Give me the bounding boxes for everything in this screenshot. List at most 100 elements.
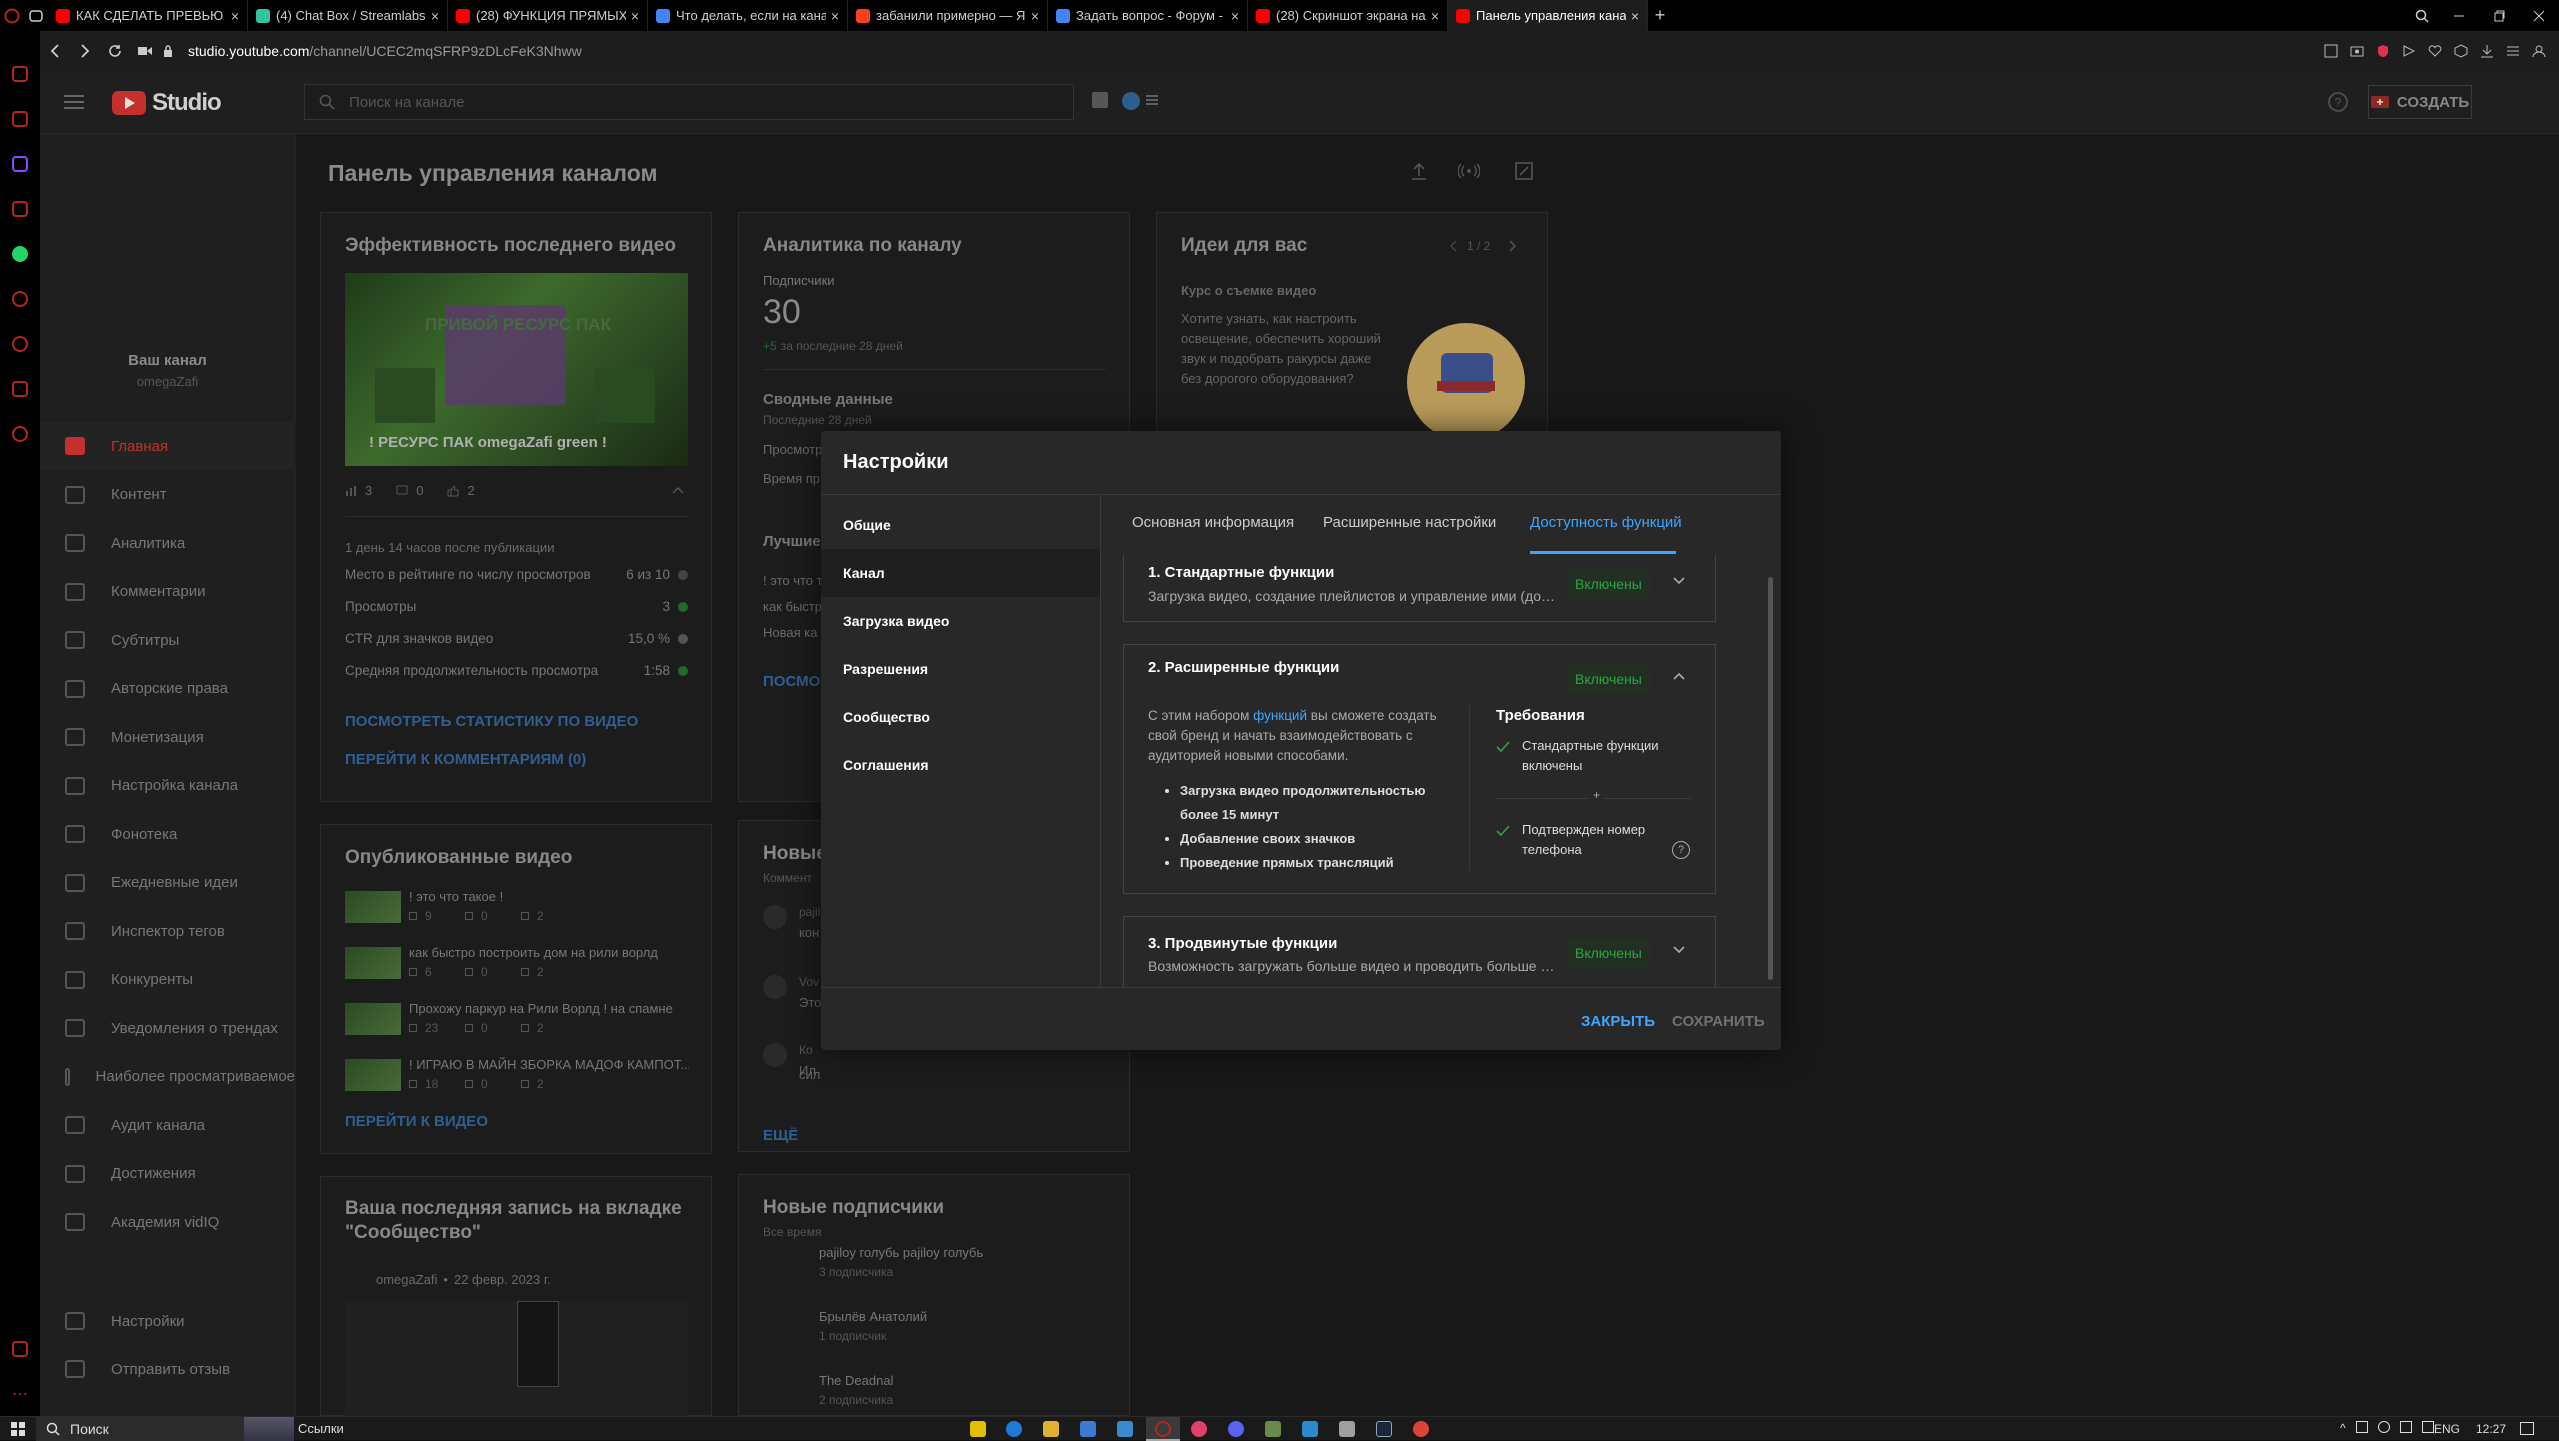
- tab-close-icon[interactable]: ×: [1431, 8, 1439, 24]
- store-taskbar-icon[interactable]: [1080, 1421, 1096, 1437]
- tab-favicon-icon: [256, 8, 270, 23]
- mail-taskbar-icon[interactable]: [1117, 1421, 1133, 1437]
- tray-network-icon[interactable]: [2355, 1421, 2368, 1433]
- dialog-tab[interactable]: Расширенные настройки: [1323, 514, 1496, 531]
- expand-chevron-icon[interactable]: [1672, 574, 1686, 588]
- edge-taskbar-icon[interactable]: [1006, 1421, 1022, 1437]
- volume-icon[interactable]: [2399, 1421, 2412, 1433]
- intermediate-features-section[interactable]: 3. Продвинутые функции Возможность загру…: [1123, 916, 1716, 987]
- chrome-taskbar-icon[interactable]: [1413, 1421, 1429, 1437]
- box-icon[interactable]: [0, 366, 40, 411]
- tab-favicon-icon: [1056, 8, 1070, 23]
- edit-icon[interactable]: [2323, 43, 2339, 59]
- taskbar-app-icon[interactable]: [1191, 1421, 1207, 1437]
- standard-features-section[interactable]: 1. Стандартные функции Загрузка видео, с…: [1123, 555, 1716, 622]
- tab-favicon-icon: [456, 8, 470, 23]
- more-dots-icon[interactable]: ⋯: [0, 1371, 40, 1416]
- discord-taskbar-icon[interactable]: [1228, 1421, 1244, 1437]
- taskbar-search-label: Поиск: [70, 1421, 109, 1437]
- camera-icon[interactable]: [130, 31, 160, 70]
- tab-close-icon[interactable]: ×: [631, 8, 639, 24]
- tray-chevron-icon[interactable]: ^: [2340, 1421, 2346, 1435]
- browser-tab[interactable]: Панель управления кана ×: [1448, 0, 1648, 31]
- history-icon[interactable]: [0, 321, 40, 366]
- lock-icon[interactable]: [160, 31, 176, 70]
- tab-close-icon[interactable]: ×: [231, 8, 239, 24]
- tab-close-icon[interactable]: ×: [431, 8, 439, 24]
- minecraft-taskbar-icon[interactable]: [1265, 1421, 1281, 1437]
- save-button[interactable]: СОХРАНИТЬ: [1672, 1013, 1765, 1030]
- dialog-tab[interactable]: Доступность функций: [1530, 514, 1682, 531]
- taskbar-links-toolbar[interactable]: Ссылки: [298, 1421, 344, 1436]
- taskbar-app-icon[interactable]: [1339, 1421, 1355, 1437]
- forward-arrow-icon[interactable]: [70, 31, 100, 70]
- twitch-icon[interactable]: [0, 141, 40, 186]
- downloads-icon[interactable]: [0, 1326, 40, 1371]
- dialog-tab[interactable]: Основная информация: [1132, 514, 1294, 531]
- dialog-scrollbar[interactable]: [1768, 577, 1773, 980]
- tab-menu-icon[interactable]: [24, 0, 48, 31]
- reload-icon[interactable]: [100, 31, 130, 70]
- instagram-icon[interactable]: [0, 186, 40, 231]
- bag-icon[interactable]: [0, 96, 40, 141]
- tab-close-icon[interactable]: ×: [1031, 8, 1039, 24]
- tray-icon[interactable]: [2377, 1421, 2390, 1433]
- help-circle-icon[interactable]: ?: [1672, 841, 1690, 859]
- tab-close-icon[interactable]: ×: [1631, 8, 1639, 24]
- close-button[interactable]: ЗАКРЫТЬ: [1581, 1013, 1655, 1030]
- share-icon[interactable]: [2401, 43, 2417, 59]
- profile-icon[interactable]: [2531, 43, 2547, 59]
- tray-icon[interactable]: [2421, 1421, 2434, 1433]
- dialog-tabs: Основная информация Расширенные настройки…: [1100, 495, 1781, 555]
- opera-taskbar-active[interactable]: [1146, 1417, 1180, 1441]
- cube-icon[interactable]: [2453, 43, 2469, 59]
- taskbar-app-icon[interactable]: [1302, 1421, 1318, 1437]
- browser-tab[interactable]: (28) ФУНКЦИЯ ПРЯМЫХ Т ×: [448, 0, 648, 31]
- taskbar-search-box[interactable]: Поиск: [36, 1417, 294, 1441]
- explorer-taskbar-icon[interactable]: [1043, 1421, 1059, 1437]
- browser-tab[interactable]: (4) Chat Box / Streamlabs ×: [248, 0, 448, 31]
- browser-tab[interactable]: КАК СДЕЛАТЬ ПРЕВЬЮ БЕ ×: [48, 0, 248, 31]
- minimize-window-icon[interactable]: [2439, 0, 2479, 31]
- browser-tab[interactable]: Задать вопрос - Форум - ×: [1048, 0, 1248, 31]
- tab-search-icon[interactable]: [2405, 0, 2439, 31]
- easy-setup-icon[interactable]: [2505, 43, 2521, 59]
- feature-bullet: Загрузка видео продолжительностью более …: [1180, 779, 1450, 827]
- collapse-chevron-icon[interactable]: [1672, 669, 1686, 683]
- browser-sidebar: ⋯: [0, 31, 40, 1416]
- taskbar-app-icon[interactable]: [970, 1421, 986, 1437]
- url-field[interactable]: studio.youtube.com/channel/UCEC2mqSFRP9z…: [188, 43, 582, 59]
- browser-tab[interactable]: забанили примерно — Ян ×: [848, 0, 1048, 31]
- tab-close-icon[interactable]: ×: [1231, 8, 1239, 24]
- snapshot-icon[interactable]: [2349, 43, 2365, 59]
- opera-menu-icon[interactable]: [0, 0, 24, 31]
- dialog-nav-item[interactable]: Общие: [821, 501, 1100, 549]
- tab-close-icon[interactable]: ×: [831, 8, 839, 24]
- shield-icon[interactable]: [2375, 43, 2391, 59]
- back-arrow-icon[interactable]: [40, 31, 70, 70]
- language-indicator[interactable]: ENG: [2434, 1422, 2460, 1436]
- windows-start-icon[interactable]: [0, 1417, 36, 1441]
- settings-dialog: Настройки Общие Канал Загрузка видео Разреш…: [821, 431, 1781, 1050]
- speed-dial-icon[interactable]: [0, 51, 40, 96]
- tab-label: забанили примерно — Ян: [876, 8, 1026, 23]
- requirement-phone: Подтвержден номер телефона: [1522, 822, 1646, 857]
- heart-icon[interactable]: [2427, 43, 2443, 59]
- notifications-icon[interactable]: [2520, 1422, 2534, 1435]
- new-tab-button[interactable]: +: [1648, 0, 1672, 31]
- intermediate-features-status-badge: Включены: [1567, 939, 1650, 967]
- settings-gear-icon[interactable]: [0, 411, 40, 456]
- download-icon[interactable]: [2479, 43, 2495, 59]
- clock[interactable]: 12:27: [2476, 1422, 2506, 1436]
- browser-tab[interactable]: Что делать, если на канал ×: [648, 0, 848, 31]
- player-icon[interactable]: [0, 276, 40, 321]
- tab-favicon-icon: [856, 8, 870, 23]
- advanced-features-title: 2. Расширенные функции: [1148, 659, 1340, 676]
- expand-chevron-icon[interactable]: [1672, 943, 1686, 957]
- close-window-icon[interactable]: [2519, 0, 2559, 31]
- whatsapp-icon[interactable]: [0, 231, 40, 276]
- browser-tab[interactable]: (28) Скриншот экрана на ×: [1248, 0, 1448, 31]
- steam-taskbar-icon[interactable]: [1376, 1421, 1392, 1437]
- features-link[interactable]: функций: [1253, 708, 1307, 723]
- restore-window-icon[interactable]: [2479, 0, 2519, 31]
